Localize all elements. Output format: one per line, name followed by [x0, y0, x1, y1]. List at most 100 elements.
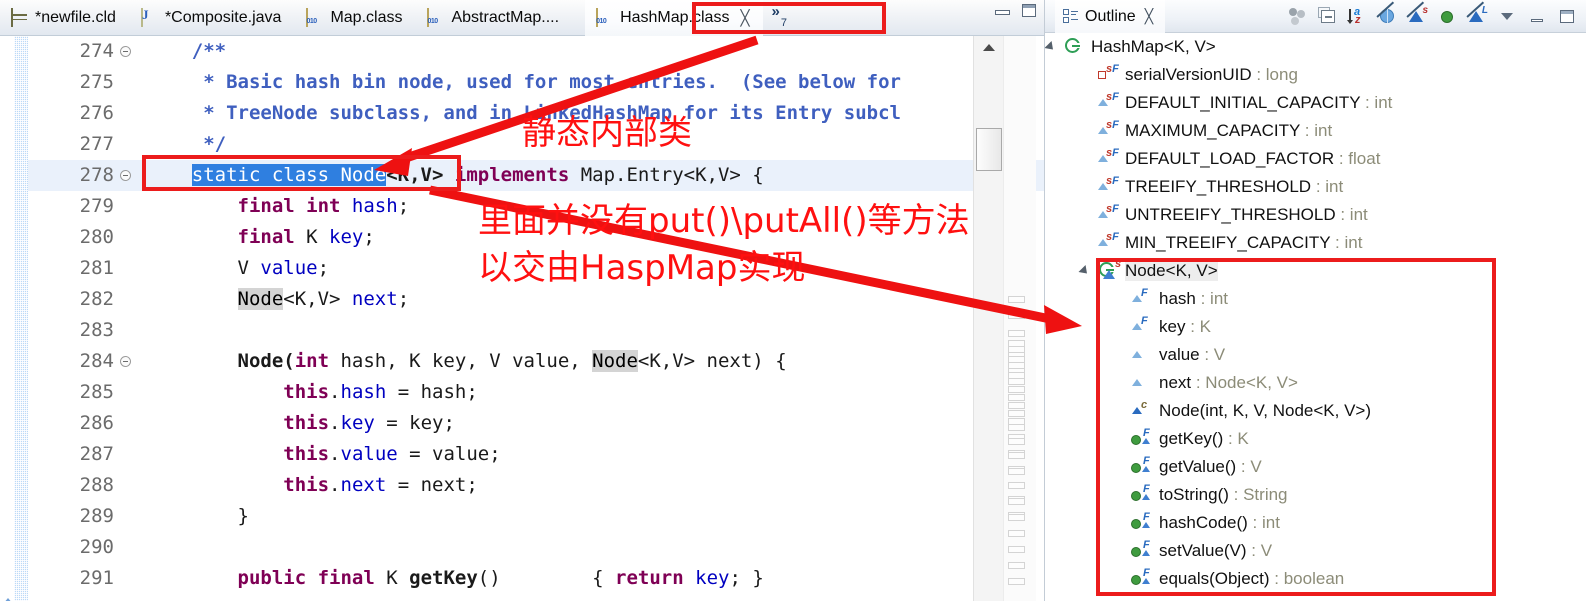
outline-item[interactable]: sF MAXIMUM_CAPACITY : int [1045, 117, 1586, 145]
overview-ruler-mark[interactable] [1008, 514, 1025, 521]
collapse-all-icon[interactable] [1318, 7, 1337, 26]
sort-az-icon[interactable]: az [1347, 6, 1367, 26]
outline-item-name: hash [1159, 289, 1196, 308]
overview-ruler-mark[interactable] [1008, 452, 1025, 459]
hide-local-types-icon[interactable]: L [1466, 1, 1488, 26]
outline-item-label: UNTREEIFY_THRESHOLD : int [1125, 205, 1368, 225]
hide-nonpublic-icon[interactable] [1376, 1, 1397, 26]
outline-item[interactable]: sF DEFAULT_INITIAL_CAPACITY : int [1045, 89, 1586, 117]
overview-ruler-mark[interactable] [1008, 296, 1025, 303]
code-line[interactable]: 289 } [28, 501, 1044, 532]
overview-ruler-mark[interactable] [1008, 378, 1025, 385]
fold-toggle-icon[interactable] [120, 356, 131, 367]
overview-ruler-mark[interactable] [1008, 394, 1025, 401]
overview-ruler[interactable] [1003, 36, 1036, 601]
code-text: */ [146, 133, 227, 155]
outline-item[interactable]: sF serialVersionUID : long [1045, 61, 1586, 89]
outline-item-label: equals(Object) : boolean [1159, 569, 1344, 589]
overview-ruler-mark[interactable] [1008, 386, 1025, 393]
overview-ruler-mark[interactable] [1008, 330, 1025, 337]
outline-item-label: HashMap<K, V> [1091, 37, 1216, 57]
outline-item-type: : String [1228, 485, 1288, 504]
minimize-icon[interactable] [1528, 7, 1547, 26]
scroll-up-button[interactable] [974, 36, 1004, 58]
outline-item[interactable]: FgetValue() : V [1045, 453, 1586, 481]
editor-tab-composite-java[interactable]: *Composite.java [130, 0, 296, 36]
outline-item[interactable]: FtoString() : String [1045, 481, 1586, 509]
static-field-icon: sF [1097, 119, 1119, 141]
outline-item[interactable]: Fhash : int [1045, 285, 1586, 313]
overview-ruler-mark[interactable] [1008, 546, 1025, 553]
class-file-icon [427, 8, 444, 27]
scrollbar-thumb[interactable] [976, 128, 1002, 171]
outline-item-name: next [1159, 373, 1192, 392]
overview-ruler-mark[interactable] [1008, 410, 1025, 417]
outline-item[interactable]: HashMap<K, V> [1045, 33, 1586, 61]
overview-ruler-mark[interactable] [1008, 562, 1025, 569]
outline-item[interactable]: c Node(int, K, V, Node<K, V>) [1045, 397, 1586, 425]
overview-ruler-mark[interactable] [1008, 468, 1025, 475]
editor-tab-newfile-cld[interactable]: *newfile.cld [0, 0, 130, 36]
code-line[interactable]: 288 this.next = next; [28, 470, 1044, 501]
outline-item[interactable]: sF MIN_TREEIFY_CAPACITY : int [1045, 229, 1586, 257]
expand-twisty-icon[interactable] [1045, 40, 1057, 54]
outline-item[interactable]: FhashCode() : int [1045, 509, 1586, 537]
code-line[interactable]: 275 * Basic hash bin node, used for most… [28, 67, 1044, 98]
overview-ruler-mark[interactable] [1008, 424, 1025, 431]
field-icon: F [1131, 287, 1153, 309]
outline-view-tab[interactable]: Outline ╳ [1055, 0, 1166, 33]
hide-fields-icon[interactable] [1438, 7, 1457, 26]
overview-ruler-mark[interactable] [1008, 438, 1025, 445]
code-line[interactable]: 286 this.key = key; [28, 408, 1044, 439]
code-line[interactable]: 284 Node(int hash, K key, V value, Node<… [28, 346, 1044, 377]
maximize-button[interactable] [1022, 4, 1036, 17]
hierarchy-icon[interactable] [1288, 7, 1307, 26]
outline-item[interactable]: sF UNTREEIFY_THRESHOLD : int [1045, 201, 1586, 229]
outline-icon [1063, 9, 1078, 24]
code-line[interactable]: 274 /** [28, 36, 1044, 67]
outline-item-label: Node(int, K, V, Node<K, V>) [1159, 401, 1371, 421]
editor-tab-abstractmap-class[interactable]: AbstractMap.... [416, 0, 573, 36]
outline-tree[interactable]: HashMap<K, V> sF serialVersionUID : long sF… [1045, 33, 1586, 601]
vertical-ruler[interactable] [0, 36, 14, 601]
fold-toggle-icon[interactable] [120, 170, 131, 181]
code-text: V value; [146, 257, 330, 279]
maximize-icon[interactable] [1558, 7, 1577, 26]
editor-tab-hashmap-class[interactable]: HashMap.class ╳ [585, 0, 764, 36]
overview-ruler-mark[interactable] [1008, 482, 1025, 489]
minimize-button[interactable] [995, 6, 1010, 16]
close-icon[interactable]: ╳ [1145, 8, 1153, 25]
outline-item[interactable]: FgetKey() : K [1045, 425, 1586, 453]
tab-overflow-chevron[interactable]: » 7 [763, 0, 794, 35]
outline-item[interactable]: sF DEFAULT_LOAD_FACTOR : float [1045, 145, 1586, 173]
overview-ruler-mark[interactable] [1008, 402, 1025, 409]
outline-item-name: value [1159, 345, 1200, 364]
code-line[interactable]: 285 this.hash = hash; [28, 377, 1044, 408]
outline-item-label: setValue(V) : V [1159, 541, 1272, 561]
overview-ruler-mark[interactable] [1008, 578, 1025, 585]
outline-item[interactable]: Fkey : K [1045, 313, 1586, 341]
code-line[interactable]: 291 public final K getKey() { return key… [28, 563, 1044, 594]
outline-item[interactable]: s Node<K, V> [1045, 257, 1586, 285]
overview-ruler-mark[interactable] [1008, 530, 1025, 537]
fold-toggle-icon[interactable] [120, 46, 131, 57]
code-line[interactable]: 287 this.value = value; [28, 439, 1044, 470]
overview-ruler-mark[interactable] [1008, 312, 1025, 319]
outline-item-name: MAXIMUM_CAPACITY [1125, 121, 1301, 140]
editor-tab-map-class[interactable]: Map.class [295, 0, 416, 36]
hide-static-icon[interactable]: s [1406, 1, 1428, 26]
outline-item[interactable]: FsetValue(V) : V [1045, 537, 1586, 565]
code-line[interactable]: 283 [28, 315, 1044, 346]
editor-vertical-scrollbar[interactable] [973, 36, 1003, 601]
outline-item[interactable]: Fequals(Object) : boolean [1045, 565, 1586, 593]
code-line[interactable]: 290 [28, 532, 1044, 563]
outline-item[interactable]: sF TREEIFY_THRESHOLD : int [1045, 173, 1586, 201]
view-menu-icon[interactable] [1498, 7, 1517, 26]
code-line[interactable]: 278 static class Node<K,V> implements Ma… [28, 160, 1044, 191]
close-icon[interactable]: ╳ [740, 9, 749, 27]
outline-item[interactable]: next : Node<K, V> [1045, 369, 1586, 397]
outline-item[interactable]: value : V [1045, 341, 1586, 369]
static-field-icon: sF [1097, 91, 1119, 113]
expand-twisty-icon[interactable] [1078, 264, 1091, 278]
overview-ruler-mark[interactable] [1008, 498, 1025, 505]
